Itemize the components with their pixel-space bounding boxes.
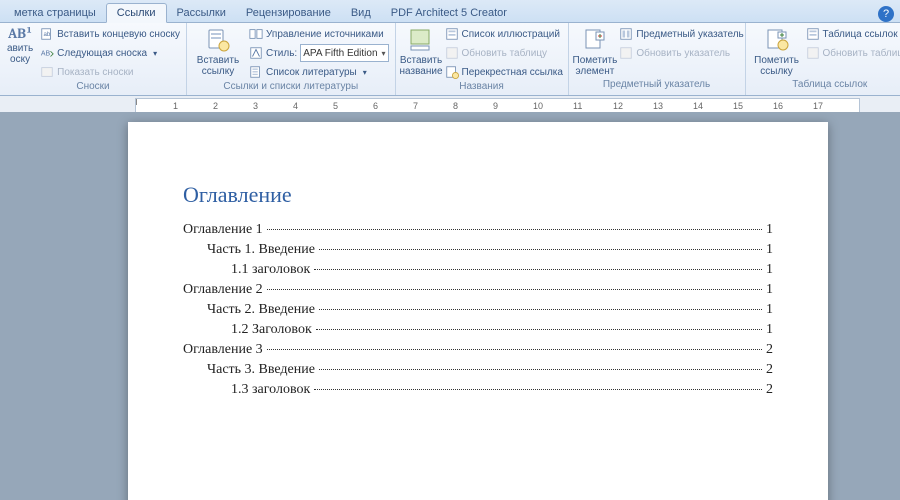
tab-review[interactable]: Рецензирование: [236, 4, 341, 22]
update-index-button: Обновить указатель: [617, 44, 745, 62]
insert-footnote-button[interactable]: AB¹ авить оску: [4, 25, 36, 65]
toc-leader-dots: [319, 309, 762, 310]
caption-icon: [408, 27, 434, 53]
toc-entry-label: 1.1 заголовок: [231, 262, 310, 278]
index-icon: [619, 27, 633, 41]
svg-text:ab: ab: [44, 31, 51, 38]
group-label: Ссылки и списки литературы: [187, 81, 395, 95]
tab-pdf-architect[interactable]: PDF Architect 5 Creator: [381, 4, 517, 22]
toc-entry-label: Часть 2. Введение: [207, 302, 315, 318]
toc-leader-dots: [319, 369, 762, 370]
insert-citation-button[interactable]: Вставить ссылку: [191, 25, 245, 77]
mark-entry-button[interactable]: Пометить элемент: [573, 25, 618, 77]
toc-title: Оглавление: [183, 182, 773, 208]
toc-entry-label: Оглавление 2: [183, 282, 263, 298]
toc-entry-page: 1: [766, 282, 773, 298]
endnote-icon: ab: [40, 27, 54, 41]
document-workspace[interactable]: Оглавление Оглавление 11Часть 1. Введени…: [0, 112, 900, 500]
group-label: Таблица ссылок: [746, 79, 900, 95]
toc-entry[interactable]: Оглавление 3 2: [183, 342, 773, 358]
toc-entry-label: Часть 1. Введение: [207, 242, 315, 258]
tab-view[interactable]: Вид: [341, 4, 381, 22]
update-index-icon: [619, 46, 633, 60]
toc-entry-page: 1: [766, 262, 773, 278]
figures-list-icon: [445, 27, 459, 41]
group-label: Предметный указатель: [569, 79, 745, 95]
toc-leader-dots: [314, 269, 762, 270]
group-citations: Вставить ссылку Управление источниками С…: [187, 23, 396, 95]
toc-entry[interactable]: Часть 1. Введение 1: [183, 242, 773, 258]
help-icon[interactable]: ?: [878, 6, 894, 22]
group-index: Пометить элемент Предметный указатель Об…: [569, 23, 746, 95]
style-combo[interactable]: APA Fifth Edition▾: [300, 44, 388, 62]
next-footnote-icon: AB: [40, 46, 54, 60]
insert-authorities-button[interactable]: Таблица ссылок: [804, 25, 900, 43]
tab-references[interactable]: Ссылки: [106, 3, 167, 23]
toc-leader-dots: [267, 289, 762, 290]
citation-icon: [205, 27, 231, 53]
toc-entry-page: 1: [766, 302, 773, 318]
page: Оглавление Оглавление 11Часть 1. Введени…: [128, 122, 828, 500]
group-label: Названия: [396, 81, 568, 95]
toc-entry-label: Оглавление 1: [183, 222, 263, 238]
manage-sources-button[interactable]: Управление источниками: [247, 25, 391, 43]
show-notes-button: Показать сноски: [38, 63, 182, 81]
toc-entry-page: 1: [766, 242, 773, 258]
bibliography-icon: [249, 65, 263, 79]
update-table-button: Обновить таблицу: [443, 44, 565, 62]
toc-leader-dots: [316, 329, 762, 330]
toc-leader-dots: [267, 229, 762, 230]
toc-entry-page: 2: [766, 382, 773, 398]
toc-entry[interactable]: Оглавление 1 1: [183, 222, 773, 238]
authorities-icon: [806, 27, 820, 41]
insert-index-button[interactable]: Предметный указатель: [617, 25, 745, 43]
group-authorities: Пометить ссылку Таблица ссылок Обновить …: [746, 23, 900, 95]
manage-sources-icon: [249, 27, 263, 41]
group-label: Сноски: [0, 81, 186, 95]
toc-leader-dots: [267, 349, 762, 350]
citation-style-select[interactable]: Стиль: APA Fifth Edition▾: [247, 44, 391, 62]
footnote-ab-icon: AB¹: [8, 27, 32, 41]
mark-citation-icon: [764, 27, 790, 53]
toc-leader-dots: [314, 389, 762, 390]
ribbon: AB¹ авить оску ab Вставить концевую снос…: [0, 23, 900, 96]
show-notes-icon: [40, 65, 54, 79]
toc-entry[interactable]: 1.2 Заголовок 1: [183, 322, 773, 338]
mark-citation-button[interactable]: Пометить ссылку: [750, 25, 804, 77]
toc-entry[interactable]: Часть 3. Введение 2: [183, 362, 773, 378]
insert-caption-button[interactable]: Вставить название: [400, 25, 443, 77]
toc-entry-page: 1: [766, 222, 773, 238]
toc-entry-page: 1: [766, 322, 773, 338]
toc-leader-dots: [319, 249, 762, 250]
update-auth-icon: [806, 46, 820, 60]
insert-endnote-button[interactable]: ab Вставить концевую сноску: [38, 25, 182, 43]
toc-entry-page: 2: [766, 362, 773, 378]
bibliography-button[interactable]: Список литературы▾: [247, 63, 391, 81]
tab-page-layout[interactable]: метка страницы: [4, 4, 106, 22]
toc-entry[interactable]: 1.1 заголовок 1: [183, 262, 773, 278]
style-icon: [249, 46, 263, 60]
table-of-contents: Оглавление 11Часть 1. Введение11.1 загол…: [183, 222, 773, 398]
table-of-figures-button[interactable]: Список иллюстраций: [443, 25, 565, 43]
toc-entry-label: Оглавление 3: [183, 342, 263, 358]
toc-entry[interactable]: Часть 2. Введение 1: [183, 302, 773, 318]
toc-entry-label: 1.3 заголовок: [231, 382, 310, 398]
tab-mailings[interactable]: Рассылки: [167, 4, 236, 22]
toc-entry[interactable]: Оглавление 2 1: [183, 282, 773, 298]
update-icon: [445, 46, 459, 60]
group-footnotes: AB¹ авить оску ab Вставить концевую снос…: [0, 23, 187, 95]
cross-ref-icon: [445, 65, 459, 79]
ribbon-tabs: метка страницы Ссылки Рассылки Рецензиро…: [0, 0, 900, 23]
mark-entry-icon: [582, 27, 608, 53]
toc-entry-label: Часть 3. Введение: [207, 362, 315, 378]
toc-entry-page: 2: [766, 342, 773, 358]
toc-entry-label: 1.2 Заголовок: [231, 322, 312, 338]
toc-entry[interactable]: 1.3 заголовок 2: [183, 382, 773, 398]
update-authorities-button: Обновить таблицу: [804, 44, 900, 62]
group-captions: Вставить название Список иллюстраций Обн…: [396, 23, 569, 95]
svg-text:AB: AB: [41, 51, 51, 58]
next-footnote-button[interactable]: AB Следующая сноска▾: [38, 44, 182, 62]
cross-reference-button[interactable]: Перекрестная ссылка: [443, 63, 565, 81]
